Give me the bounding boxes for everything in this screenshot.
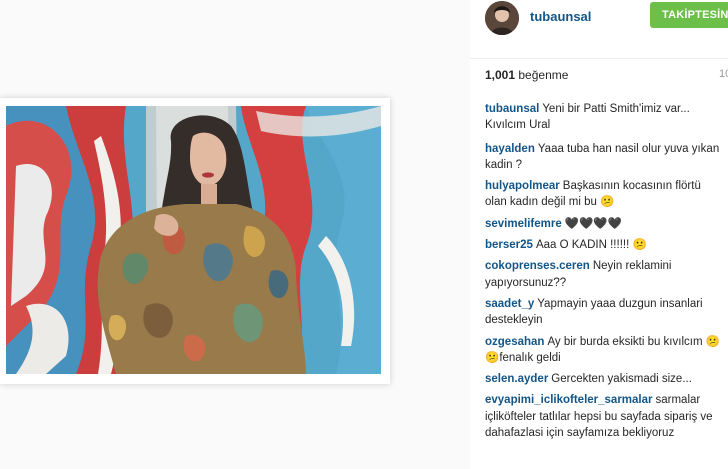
comment-text: 🖤🖤🖤🖤 xyxy=(564,217,622,230)
avatar[interactable] xyxy=(485,1,519,35)
caption-username[interactable]: tubaunsal xyxy=(485,103,539,115)
comment-username[interactable]: hayalden xyxy=(485,143,535,155)
comment-username[interactable]: sevimelifemre xyxy=(485,218,562,230)
avatar-image xyxy=(485,1,519,35)
comment-list: tubaunsal Yeni bir Patti Smith'imiz var..… xyxy=(485,101,721,446)
comment-item: berser25 Aaa O KADIN !!!!!! 😕 xyxy=(485,237,721,253)
comment-username[interactable]: hulyapolmear xyxy=(485,180,560,192)
comment-item: sevimelifemre 🖤🖤🖤🖤 xyxy=(485,216,721,232)
comment-text: Gercekten yakismadi size... xyxy=(551,373,692,386)
comment-username[interactable]: selen.ayder xyxy=(485,373,548,385)
comment-item: evyapimi_iclikofteler_sarmalar sarmalar i… xyxy=(485,392,721,441)
comment-username[interactable]: evyapimi_iclikofteler_sarmalar xyxy=(485,394,653,406)
comment-item: cokoprenses.ceren Neyin reklamini yapıyor… xyxy=(485,258,721,291)
following-button[interactable]: TAKİPTESİN xyxy=(650,2,728,28)
post-time: 10 xyxy=(719,68,728,80)
comment-item: saadet_y Yapmayin yaaa duzgun insanlari d… xyxy=(485,296,721,329)
post-photo[interactable] xyxy=(6,106,381,374)
comment-username[interactable]: berser25 xyxy=(485,239,533,251)
post-caption: tubaunsal Yeni bir Patti Smith'imiz var..… xyxy=(485,101,721,134)
comment-username[interactable]: ozgesahan xyxy=(485,336,544,348)
comment-item: ozgesahan Ay bir burda eksikti bu kıvılcı… xyxy=(485,334,721,367)
post-header: tubaunsal TAKİPTESİN xyxy=(470,0,728,59)
comment-username[interactable]: saadet_y xyxy=(485,298,534,310)
likes-count[interactable]: 1,001 beğenme xyxy=(485,68,568,82)
comment-username[interactable]: cokoprenses.ceren xyxy=(485,260,590,272)
likes-unit: beğenme xyxy=(518,68,569,82)
comment-item: hulyapolmear Başkasının kocasının flörtü … xyxy=(485,178,721,211)
post-image-graffiti-portrait xyxy=(6,106,381,374)
post-photo-frame xyxy=(0,98,390,384)
comment-item: hayalden Yaaa tuba han nasil olur yuva yı… xyxy=(485,141,721,174)
post-sidebar: tubaunsal TAKİPTESİN 1,001 beğenme 10 tu… xyxy=(470,0,728,469)
likes-number: 1,001 xyxy=(485,68,516,82)
post-author-username[interactable]: tubaunsal xyxy=(530,9,591,24)
comment-text: Aaa O KADIN !!!!!! 😕 xyxy=(535,239,647,252)
comment-item: selen.ayder Gercekten yakismadi size... xyxy=(485,371,721,387)
